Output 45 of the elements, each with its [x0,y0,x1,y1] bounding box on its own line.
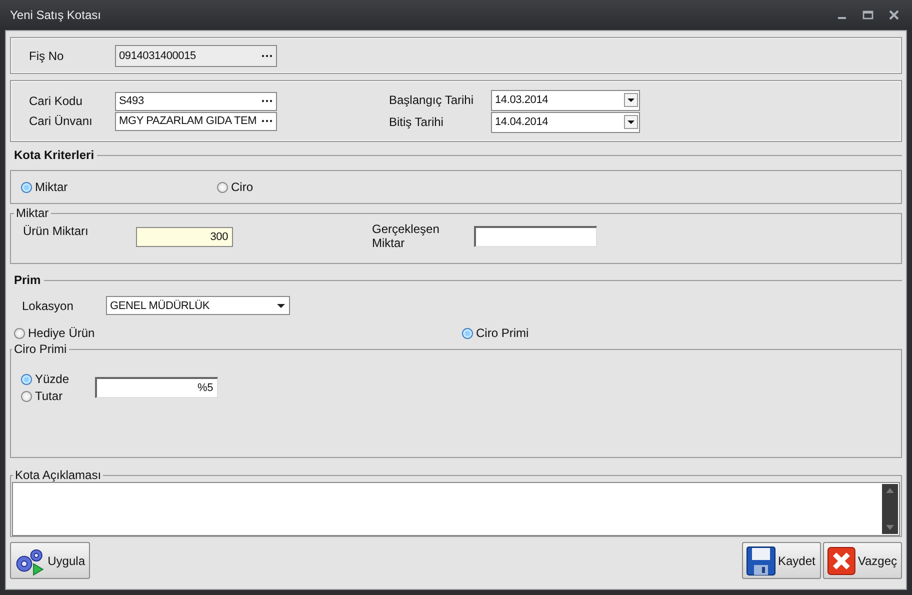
section-title: Kota Kriterleri [14,148,94,162]
field-label: Fiş No [29,48,65,62]
ellipsis-icon[interactable] [261,99,273,103]
radio-button[interactable]: Hediye Ürün [14,326,462,340]
customer-code-field[interactable]: S493 [115,92,277,110]
radio-button[interactable]: Miktar [21,180,217,194]
maximize-icon[interactable] [862,9,874,21]
group-title: Kota Açıklaması [14,468,102,482]
radio-button[interactable]: Yüzde [21,372,70,386]
field-label: Cari Ünvanı [29,114,94,128]
field-label: Başlangıç Tarihi [389,93,474,107]
cancel-button[interactable]: Vazgeç [823,542,902,579]
scroll-down-icon[interactable] [885,525,895,531]
field-label: Bitiş Tarihi [389,115,444,129]
receipt-number-field[interactable]: 0914031400015 [115,44,277,66]
group-title: Ciro Primi [13,342,68,356]
description-field[interactable] [12,482,900,536]
scrollbar[interactable] [882,484,898,534]
field-label: Ürün Miktarı [23,224,90,238]
ellipsis-icon[interactable] [261,119,273,123]
scroll-up-icon[interactable] [885,487,895,493]
close-icon[interactable] [888,9,900,21]
caret-icon [277,304,285,308]
radio-button[interactable]: Ciro Primi [462,326,529,340]
section-title: Prim [14,273,41,287]
customer-title-field[interactable]: MGY PAZARLAM GIDA TEM [115,112,277,130]
field-label: Cari Kodu [29,94,84,108]
radio-button[interactable]: Tutar [21,389,70,403]
dropdown-icon[interactable] [624,115,638,129]
end-date-field[interactable]: 14.04.2014 [491,112,640,132]
ellipsis-icon[interactable] [261,54,273,58]
quantity-field[interactable]: 300 [136,227,233,247]
field-label: Lokasyon [22,298,74,312]
window-title: Yeni Satış Kotası [10,8,101,22]
dropdown-icon[interactable] [624,93,638,107]
bonus-field[interactable]: %5 [95,377,218,398]
location-dropdown[interactable]: GENEL MÜDÜRLÜK [106,296,290,315]
radio-button[interactable]: Ciro [217,180,254,194]
realized-quantity-field[interactable] [474,226,597,247]
group-title: Miktar [15,206,50,220]
start-date-field[interactable]: 14.03.2014 [491,90,640,110]
close-icon [827,546,856,576]
save-button[interactable]: Kaydet [742,542,821,579]
apply-button[interactable]: Uygula [10,542,90,579]
field-label: Gerçekleşen Miktar [372,222,440,250]
